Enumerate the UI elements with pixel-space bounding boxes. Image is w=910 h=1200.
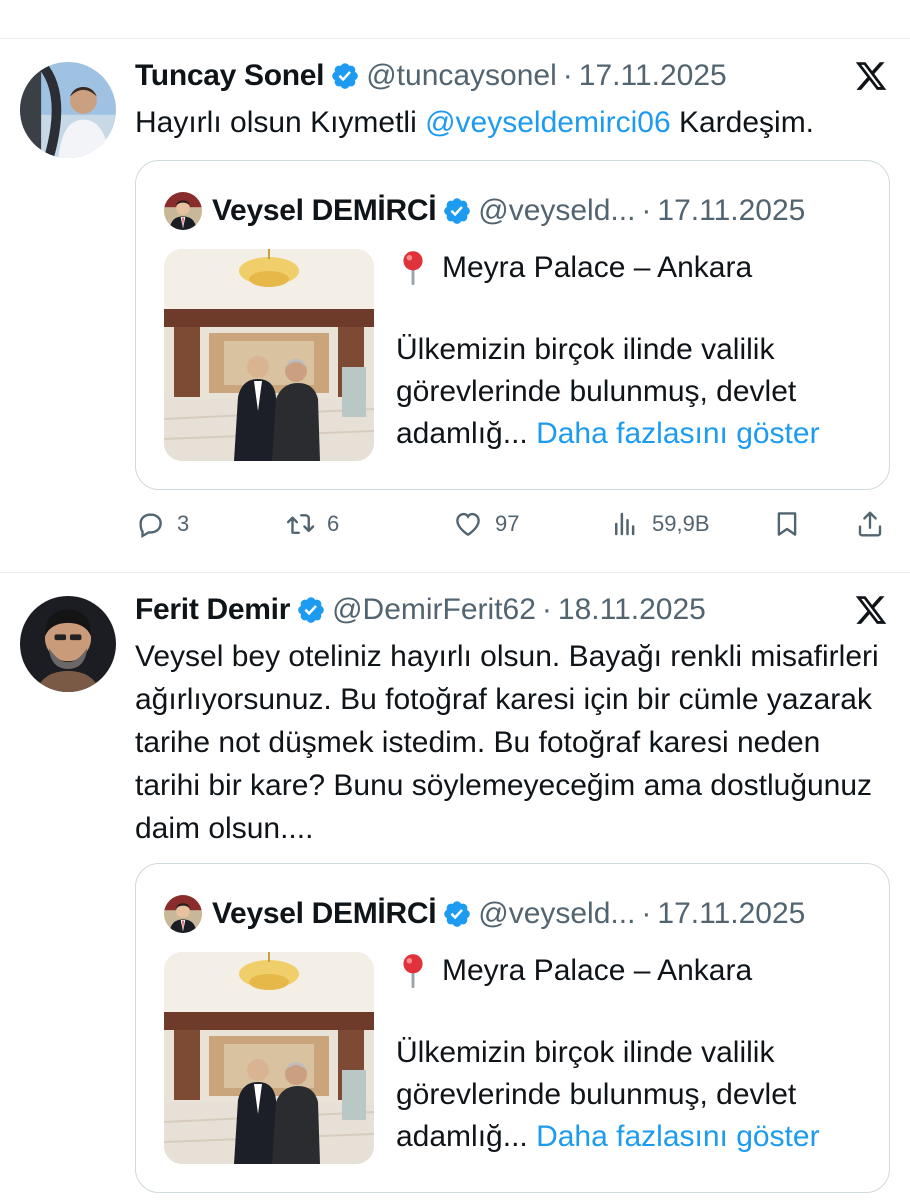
tweet-date[interactable]: 17.11.2025 [579,59,727,93]
repost-icon [286,514,315,534]
location-pin-icon [398,953,428,989]
quoted-body: Ülkemizin birçok ilinde valilik görevler… [396,329,866,455]
like-count: 97 [495,511,520,536]
location-line: Meyra Palace – Ankara [398,247,752,289]
tweet-text-end: Kardeşim. [670,106,815,139]
separator-dot: · [541,593,552,626]
top-divider [0,38,910,39]
quoted-avatar [164,895,202,933]
location-text: Meyra Palace – Ankara [442,251,753,284]
tweet-header: Tuncay Sonel @tuncaysonel · 17.11.2025 [135,56,727,96]
tweet-text: Hayırlı olsun Kıymetli @veyseldemirci06 … [135,101,885,144]
share-icon [858,511,882,537]
share-button[interactable] [855,502,885,546]
quoted-avatar [164,192,202,230]
show-more-link[interactable]: Daha fazlasını göster [536,1120,820,1153]
quoted-date: 17.11.2025 [657,194,806,227]
repost-button[interactable]: 6 [285,502,339,546]
reply-button[interactable]: 3 [135,502,189,546]
quoted-tweet[interactable]: Veysel DEMİRCİ @veyseld... · 17.11.2025 … [135,160,890,490]
quoted-tweet-header: Veysel DEMİRCİ @veyseld... · 17.11.2025 [164,191,805,231]
quoted-author-name: Veysel DEMİRCİ [212,194,437,227]
avatar[interactable] [20,62,116,158]
tweet-header: Ferit Demir @DemirFerit62 · 18.11.2025 [135,590,706,630]
tweet-divider [0,572,910,573]
quoted-author-name: Veysel DEMİRCİ [212,897,437,930]
tweet-text-start: Hayırlı olsun Kıymetli [135,106,426,139]
quoted-tweet[interactable]: Veysel DEMİRCİ @veyseld... · 17.11.2025 … [135,863,890,1193]
views-button[interactable]: 59,9B [610,502,710,546]
bookmark-icon [777,512,797,536]
like-icon [456,512,480,537]
verified-badge-icon [442,196,472,226]
views-icon [615,512,635,536]
x-logo-icon [854,593,888,627]
author-handle[interactable]: @DemirFerit62 [332,593,536,627]
x-logo-icon [854,59,888,93]
separator-dot: · [641,897,652,930]
verified-badge-icon [330,61,360,91]
location-text: Meyra Palace – Ankara [442,954,753,987]
location-line: Meyra Palace – Ankara [398,950,752,992]
avatar[interactable] [20,596,116,692]
author-handle[interactable]: @tuncaysonel [366,59,557,93]
author-name[interactable]: Ferit Demir [135,593,290,627]
quoted-author-handle: @veyseld... [478,897,636,930]
separator-dot: · [562,59,573,92]
quoted-author-handle: @veyseld... [478,194,636,227]
quoted-tweet-header: Veysel DEMİRCİ @veyseld... · 17.11.2025 [164,894,805,934]
quoted-photo[interactable] [164,952,374,1164]
mention-link[interactable]: @veyseldemirci06 [425,106,671,139]
repost-count: 6 [327,511,340,536]
verified-badge-icon [442,899,472,929]
bookmark-button[interactable] [772,502,802,546]
tweet-actions: 3 6 97 59,9B [135,502,890,546]
show-more-link[interactable]: Daha fazlasını göster [536,417,820,450]
author-name[interactable]: Tuncay Sonel [135,59,325,93]
tweet-text: Veysel bey oteliniz hayırlı olsun. Bayağ… [135,640,879,845]
quoted-date: 17.11.2025 [657,897,806,930]
quoted-photo[interactable] [164,249,374,461]
like-button[interactable]: 97 [453,502,519,546]
quoted-body: Ülkemizin birçok ilinde valilik görevler… [396,1032,866,1158]
reply-count: 3 [177,511,190,536]
tweet-date[interactable]: 18.11.2025 [558,593,706,627]
separator-dot: · [641,194,652,227]
location-pin-icon [398,250,428,286]
verified-badge-icon [296,595,326,625]
view-count: 59,9B [652,511,710,536]
reply-icon [139,513,162,539]
